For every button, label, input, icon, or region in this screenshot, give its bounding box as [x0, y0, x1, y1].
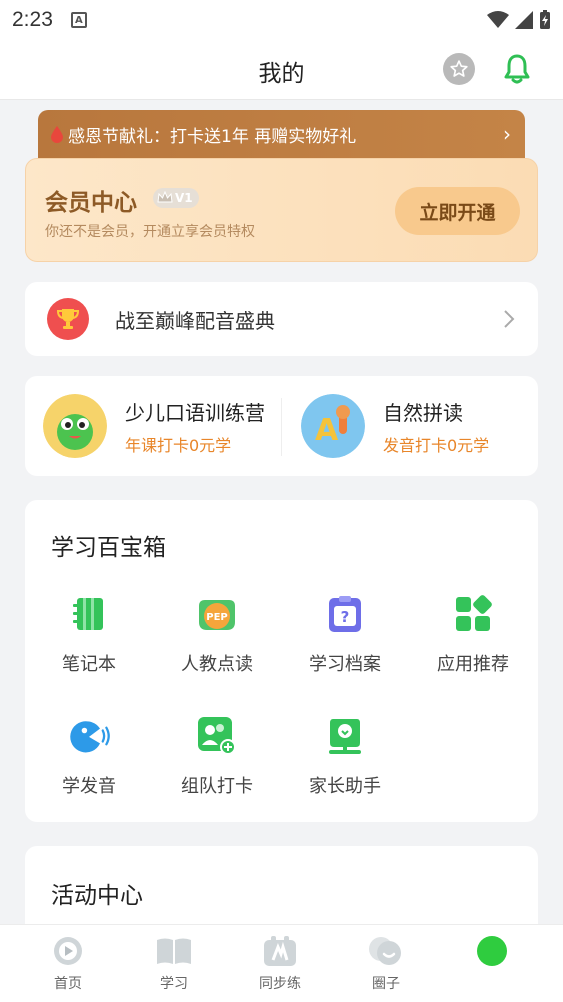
- vip-subtitle: 你还不是会员，开通立享会员特权: [45, 224, 255, 240]
- course-item-phonics[interactable]: A 自然拼读 发音打卡0元学: [301, 394, 489, 458]
- vip-card[interactable]: 会员中心 V1 你还不是会员，开通立享会员特权 立即开通: [25, 158, 538, 262]
- tool-pronunciation[interactable]: 学发音: [25, 714, 153, 798]
- promo-banner[interactable]: 感恩节献礼：打卡送1年 再赠实物好礼 ›: [38, 110, 525, 158]
- notification-icon: A: [70, 12, 87, 28]
- bell-icon: [504, 54, 530, 84]
- tool-parent-assistant[interactable]: 家长助手: [281, 714, 409, 798]
- page-title: 我的: [258, 61, 305, 87]
- apps-icon: [451, 592, 495, 636]
- battery-icon: [540, 10, 550, 29]
- community-icon: [366, 933, 406, 969]
- courses-card: 少儿口语训练营 年课打卡0元学 A 自然拼读 发音打卡0元学: [25, 376, 538, 476]
- status-icons: [487, 10, 551, 30]
- vip-level: V1: [175, 191, 193, 205]
- status-time: 2:23: [12, 8, 53, 31]
- star-icon: [450, 60, 468, 77]
- tab-profile[interactable]: [436, 933, 548, 973]
- tab-label: 圈子: [372, 976, 400, 992]
- promo-text: 感恩节献礼：打卡送1年 再赠实物好礼: [68, 126, 357, 147]
- book-icon: [154, 933, 194, 969]
- favorites-button[interactable]: [443, 53, 475, 85]
- svg-text:?: ?: [341, 608, 350, 626]
- home-play-icon: [48, 933, 88, 969]
- tool-team-checkin[interactable]: 组队打卡: [153, 714, 281, 798]
- event-label: 战至巅峰配音盛典: [115, 308, 275, 333]
- pep-badge: PEP: [206, 612, 228, 623]
- top-bar: 我的: [0, 40, 563, 100]
- team-checkin-icon: [195, 714, 239, 758]
- blood-drop-icon: [51, 126, 63, 143]
- course-title: 少儿口语训练营: [125, 400, 265, 425]
- section-title: 学习百宝箱: [51, 535, 166, 561]
- phonics-mascot-icon: A: [301, 394, 365, 458]
- tab-community[interactable]: 圈子: [330, 933, 442, 993]
- course-subtitle: 年课打卡0元学: [125, 435, 232, 455]
- tab-label: 同步练: [259, 976, 301, 992]
- tool-apps[interactable]: 应用推荐: [409, 592, 537, 676]
- bottom-tab-bar: 首页 学习 同步练 圈子: [0, 924, 563, 1002]
- bird-mascot-icon: [43, 394, 107, 458]
- event-card[interactable]: 战至巅峰配音盛典: [25, 282, 538, 356]
- sync-practice-icon: [260, 933, 300, 969]
- tool-label: 笔记本: [62, 654, 116, 675]
- divider: [281, 398, 282, 456]
- chevron-right-icon: [504, 310, 515, 328]
- notebook-icon: [67, 592, 111, 636]
- tab-home[interactable]: 首页: [12, 933, 124, 993]
- crown-icon: [157, 190, 173, 203]
- tab-sync-practice[interactable]: 同步练: [224, 933, 336, 993]
- tool-label: 学习档案: [309, 654, 381, 675]
- notifications-button[interactable]: [500, 52, 534, 86]
- profile-icon: [472, 933, 512, 969]
- tool-pep[interactable]: PEP 人教点读: [153, 592, 281, 676]
- tool-label: 人教点读: [181, 654, 253, 675]
- vip-level-badge: V1: [153, 188, 199, 208]
- tool-label: 学发音: [62, 776, 116, 797]
- tool-label: 应用推荐: [437, 654, 509, 675]
- course-title: 自然拼读: [383, 400, 463, 425]
- tool-archive[interactable]: ? 学习档案: [281, 592, 409, 676]
- status-bar: 2:23 A: [0, 0, 563, 40]
- signal-icon: [515, 11, 533, 29]
- tool-label: 组队打卡: [181, 776, 253, 797]
- tab-label: 首页: [54, 976, 82, 992]
- tab-label: 学习: [160, 976, 188, 992]
- tool-label: 家长助手: [309, 776, 381, 797]
- vip-title: 会员中心: [45, 190, 137, 216]
- tool-notebook[interactable]: 笔记本: [25, 592, 153, 676]
- trophy-icon: [47, 298, 89, 340]
- tab-study[interactable]: 学习: [118, 933, 230, 993]
- course-item-speaking[interactable]: 少儿口语训练营 年课打卡0元学: [43, 394, 265, 458]
- toolbox-card: 学习百宝箱 笔记本 PEP 人教点读 ? 学习档案 应用推荐 学发音 组队打卡: [25, 500, 538, 822]
- section-title: 活动中心: [51, 883, 143, 909]
- course-subtitle: 发音打卡0元学: [383, 435, 490, 455]
- parent-assistant-icon: [323, 714, 367, 758]
- wifi-icon: [487, 11, 509, 28]
- svg-text:A: A: [315, 413, 339, 448]
- pep-icon: PEP: [195, 592, 239, 636]
- pronunciation-icon: [67, 714, 111, 758]
- chevron-right-icon: ›: [503, 122, 511, 146]
- archive-icon: ?: [323, 592, 367, 636]
- open-vip-button[interactable]: 立即开通: [395, 187, 520, 235]
